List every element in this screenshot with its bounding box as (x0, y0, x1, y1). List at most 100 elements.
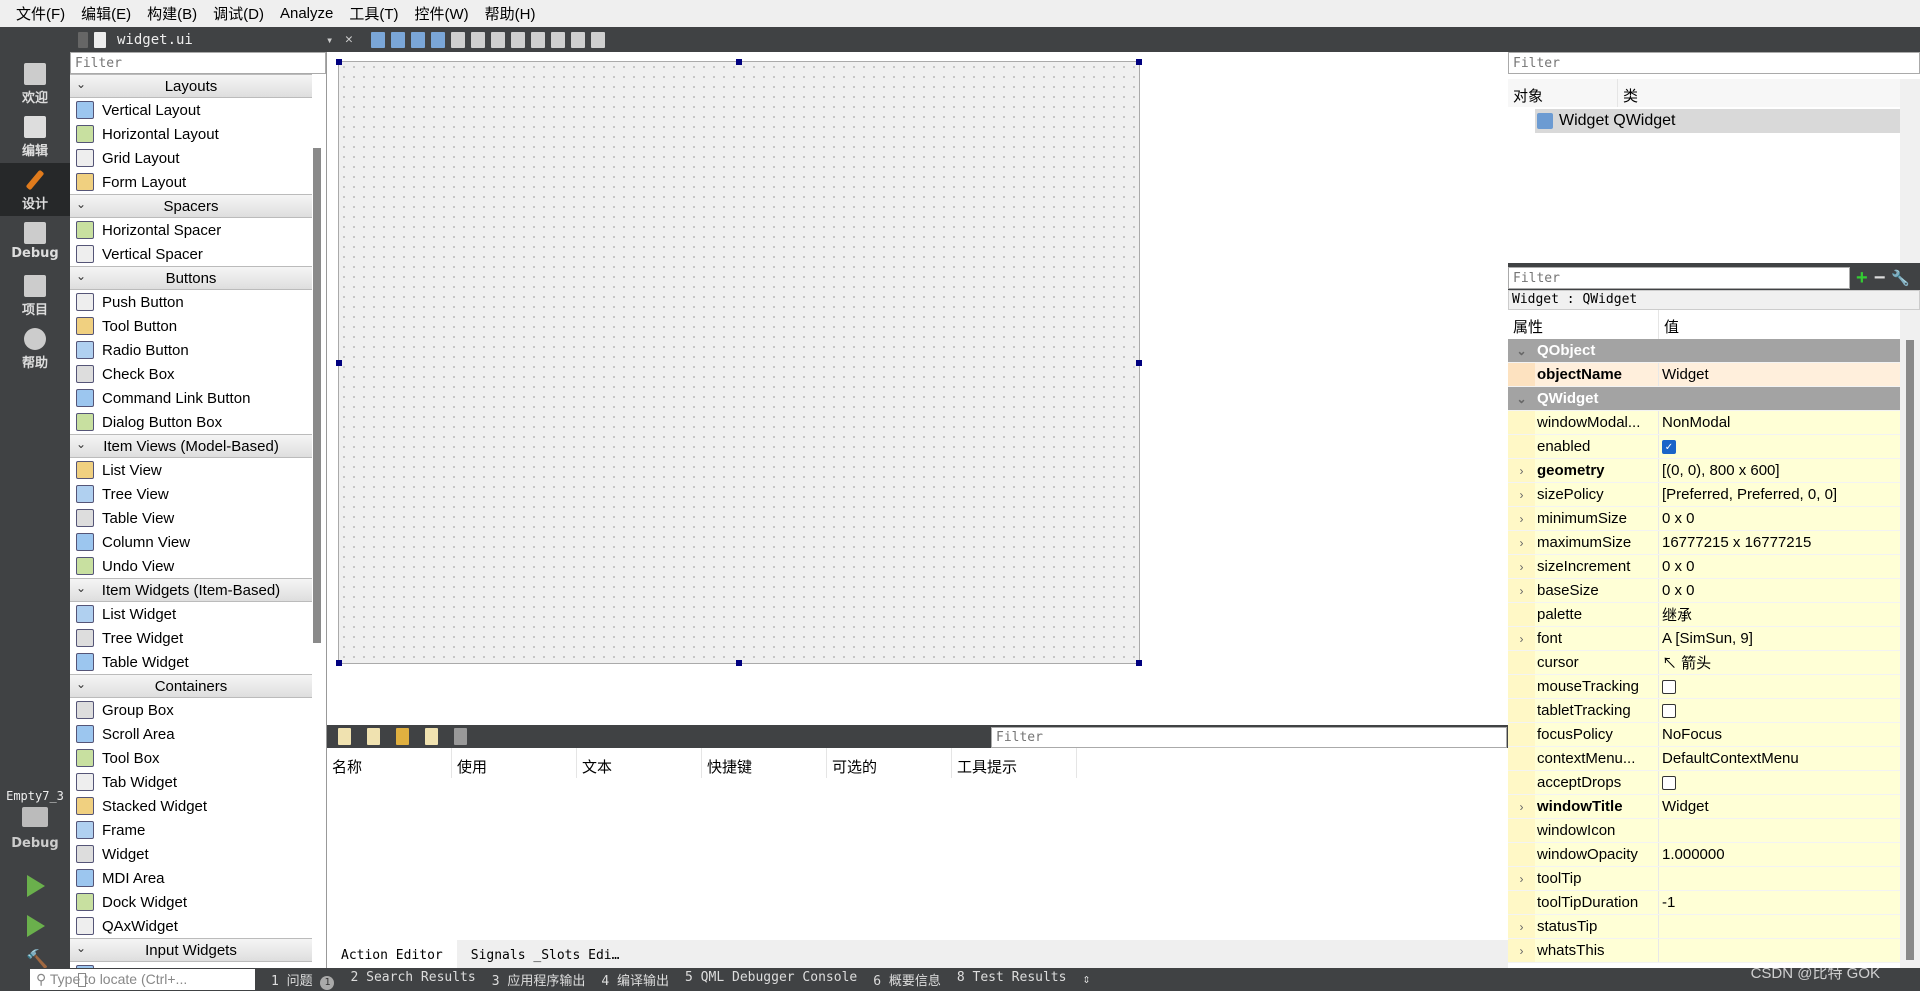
edit-buddies-icon[interactable] (411, 31, 425, 48)
category-containers[interactable]: ⌄ Containers (70, 674, 312, 698)
widget-item[interactable]: Table Widget (70, 650, 312, 674)
expand-arrow-icon[interactable]: › (1508, 483, 1535, 506)
mode-bug[interactable]: Debug (0, 216, 70, 269)
category-item-views-model-based-[interactable]: ⌄ Item Views (Model-Based) (70, 434, 312, 458)
property-value[interactable]: 0 x 0 (1659, 582, 1900, 599)
property-row[interactable]: windowIcon (1508, 819, 1900, 843)
widget-item[interactable]: Dock Widget (70, 890, 312, 914)
widget-item[interactable]: Vertical Spacer (70, 242, 312, 266)
category-buttons[interactable]: ⌄ Buttons (70, 266, 312, 290)
tab-action-editor[interactable]: Action Editor (327, 940, 457, 968)
adjust-size-icon[interactable] (591, 31, 605, 48)
property-row[interactable]: contextMenu... DefaultContextMenu (1508, 747, 1900, 771)
property-group[interactable]: ⌄ QObject (1508, 339, 1900, 363)
property-row[interactable]: enabled ✓ (1508, 435, 1900, 459)
widget-item[interactable]: Push Button (70, 290, 312, 314)
chevron-down-icon[interactable]: ⌄ (76, 437, 86, 451)
property-row[interactable]: › maximumSize 16777215 x 16777215 (1508, 531, 1900, 555)
property-value[interactable]: ✓ (1659, 438, 1900, 455)
widget-item[interactable]: Horizontal Spacer (70, 218, 312, 242)
widget-item[interactable]: Check Box (70, 362, 312, 386)
property-row[interactable]: mouseTracking (1508, 675, 1900, 699)
expand-arrow-icon[interactable]: › (1508, 915, 1535, 938)
expand-arrow-icon[interactable]: ⌄ (1508, 339, 1535, 362)
property-scrollbar[interactable] (1900, 310, 1920, 968)
property-row[interactable]: focusPolicy NoFocus (1508, 723, 1900, 747)
run-icon[interactable] (27, 875, 45, 897)
widget-item[interactable]: List Widget (70, 602, 312, 626)
column-property[interactable]: 属性 (1508, 310, 1659, 339)
selection-handle[interactable] (736, 59, 742, 65)
property-value[interactable]: [Preferred, Preferred, 0, 0] (1659, 486, 1900, 503)
column-header[interactable]: 工具提示 (952, 748, 1077, 778)
selection-handle[interactable] (336, 359, 342, 366)
property-value[interactable]: 16777215 x 16777215 (1659, 534, 1900, 551)
widget-item[interactable]: Scroll Area (70, 722, 312, 746)
layout-form-icon[interactable] (531, 31, 545, 48)
widget-item[interactable]: Undo View (70, 554, 312, 578)
widget-item[interactable]: Tool Box (70, 746, 312, 770)
configure-icon[interactable] (454, 728, 467, 745)
expand-arrow-icon[interactable]: ⌄ (1508, 387, 1535, 410)
widget-item[interactable]: Tool Button (70, 314, 312, 338)
category-input-widgets[interactable]: ⌄ Input Widgets (70, 938, 312, 962)
output-pane-tab[interactable]: 3 应用程序输出 (492, 970, 586, 989)
category-item-widgets-item-based-[interactable]: ⌄ Item Widgets (Item-Based) (70, 578, 312, 602)
property-filter-input[interactable] (1508, 267, 1850, 289)
widget-item[interactable]: Group Box (70, 698, 312, 722)
form-widget[interactable] (336, 59, 1142, 666)
open-document-label[interactable]: widget.ui (117, 32, 193, 48)
property-value[interactable]: DefaultContextMenu (1659, 750, 1900, 767)
close-document-icon[interactable]: ✕ (345, 32, 353, 47)
widget-box-filter-input[interactable] (70, 52, 326, 74)
chevron-down-icon[interactable]: ⌄ (76, 677, 86, 691)
delete-action-icon[interactable] (425, 728, 438, 745)
property-value[interactable]: [(0, 0), 800 x 600] (1659, 462, 1900, 479)
expand-arrow-icon[interactable]: › (1508, 795, 1535, 818)
widget-item[interactable]: MDI Area (70, 866, 312, 890)
debug-run-icon[interactable] (27, 915, 45, 937)
copy-action-icon[interactable] (367, 728, 380, 745)
add-property-icon[interactable]: + (1856, 267, 1868, 290)
expand-arrow-icon[interactable]: › (1508, 867, 1535, 890)
output-pane-tab[interactable]: 8 Test Results (957, 970, 1067, 989)
property-checkbox[interactable] (1662, 704, 1676, 719)
widget-item[interactable]: Grid Layout (70, 146, 312, 170)
widget-item[interactable]: Tab Widget (70, 770, 312, 794)
property-row[interactable]: › toolTip (1508, 867, 1900, 891)
property-row[interactable]: › sizePolicy [Preferred, Preferred, 0, 0] (1508, 483, 1900, 507)
menu-5[interactable]: 工具(T) (341, 3, 406, 24)
widget-item[interactable]: Form Layout (70, 170, 312, 194)
mode-document[interactable]: 编辑 (0, 110, 70, 163)
monitor-icon[interactable] (22, 807, 48, 827)
chevron-down-icon[interactable]: ⌄ (76, 77, 86, 91)
new-action-icon[interactable] (338, 728, 351, 745)
lock-icon[interactable] (78, 31, 88, 48)
expand-arrow-icon[interactable]: › (1508, 555, 1535, 578)
expand-arrow-icon[interactable]: › (1508, 459, 1535, 482)
paste-action-icon[interactable] (396, 728, 409, 745)
menu-7[interactable]: 帮助(H) (477, 3, 544, 24)
property-row[interactable]: › font A [SimSun, 9] (1508, 627, 1900, 651)
widget-item[interactable]: Frame (70, 818, 312, 842)
layout-horizontal-icon[interactable] (451, 31, 465, 48)
widget-item[interactable]: Column View (70, 530, 312, 554)
property-row[interactable]: windowModal... NonModal (1508, 411, 1900, 435)
widget-item[interactable]: Command Link Button (70, 386, 312, 410)
property-checkbox[interactable]: ✓ (1662, 440, 1676, 455)
mode-grid[interactable]: 欢迎 (0, 57, 70, 110)
output-pane-tab[interactable]: 6 概要信息 (873, 970, 941, 989)
property-value[interactable]: -1 (1659, 894, 1900, 911)
property-value[interactable]: 继承 (1659, 604, 1900, 625)
chevron-down-icon[interactable]: ⌄ (76, 197, 86, 211)
selection-handle[interactable] (736, 660, 742, 666)
property-checkbox[interactable] (1662, 776, 1676, 791)
scrollbar-thumb[interactable] (1906, 340, 1914, 960)
widget-box-scrollbar[interactable] (313, 148, 321, 643)
mode-help[interactable]: 帮助 (0, 322, 70, 375)
column-header[interactable]: 名称 (327, 748, 452, 778)
selection-handle[interactable] (336, 660, 342, 666)
menu-3[interactable]: 调试(D) (205, 3, 272, 24)
menu-4[interactable]: Analyze (272, 5, 341, 22)
expand-arrow-icon[interactable]: › (1508, 507, 1535, 530)
